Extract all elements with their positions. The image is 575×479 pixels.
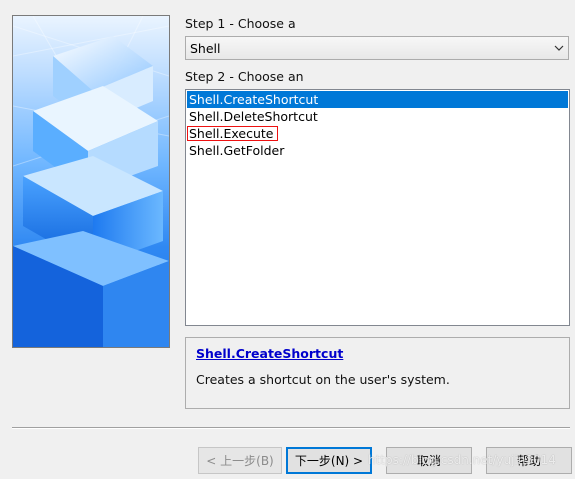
list-item-label: Shell.GetFolder [189,143,285,158]
object-combobox-value: Shell [190,40,221,56]
help-button[interactable]: 帮助 [486,447,572,474]
description-panel: Shell.CreateShortcut Creates a shortcut … [185,337,570,409]
object-combobox[interactable]: Shell [185,36,569,60]
list-item[interactable]: Shell.Execute [187,125,568,142]
back-button[interactable]: < 上一步(B) [198,447,282,474]
list-item[interactable]: Shell.CreateShortcut [187,91,568,108]
cancel-button[interactable]: 取消 [386,447,472,474]
list-item-label: Shell.CreateShortcut [189,92,319,107]
list-item-label: Shell.DeleteShortcut [189,109,318,124]
method-listbox[interactable]: Shell.CreateShortcut Shell.DeleteShortcu… [185,89,570,326]
wizard-side-image [12,15,170,348]
highlight-box: Shell.Execute [187,126,279,141]
step2-label: Step 2 - Choose an [185,69,304,84]
wizard-dialog: Step 1 - Choose a Shell Step 2 - Choose … [0,0,575,479]
list-item[interactable]: Shell.DeleteShortcut [187,108,568,125]
description-text: Creates a shortcut on the user's system. [196,372,450,387]
list-item-label: Shell.Execute [189,126,274,141]
next-button[interactable]: 下一步(N) > [286,447,372,474]
list-item[interactable]: Shell.GetFolder [187,142,568,159]
separator [12,427,570,429]
chevron-down-icon[interactable] [550,37,568,59]
description-title-link[interactable]: Shell.CreateShortcut [196,346,343,361]
step1-label: Step 1 - Choose a [185,16,296,31]
